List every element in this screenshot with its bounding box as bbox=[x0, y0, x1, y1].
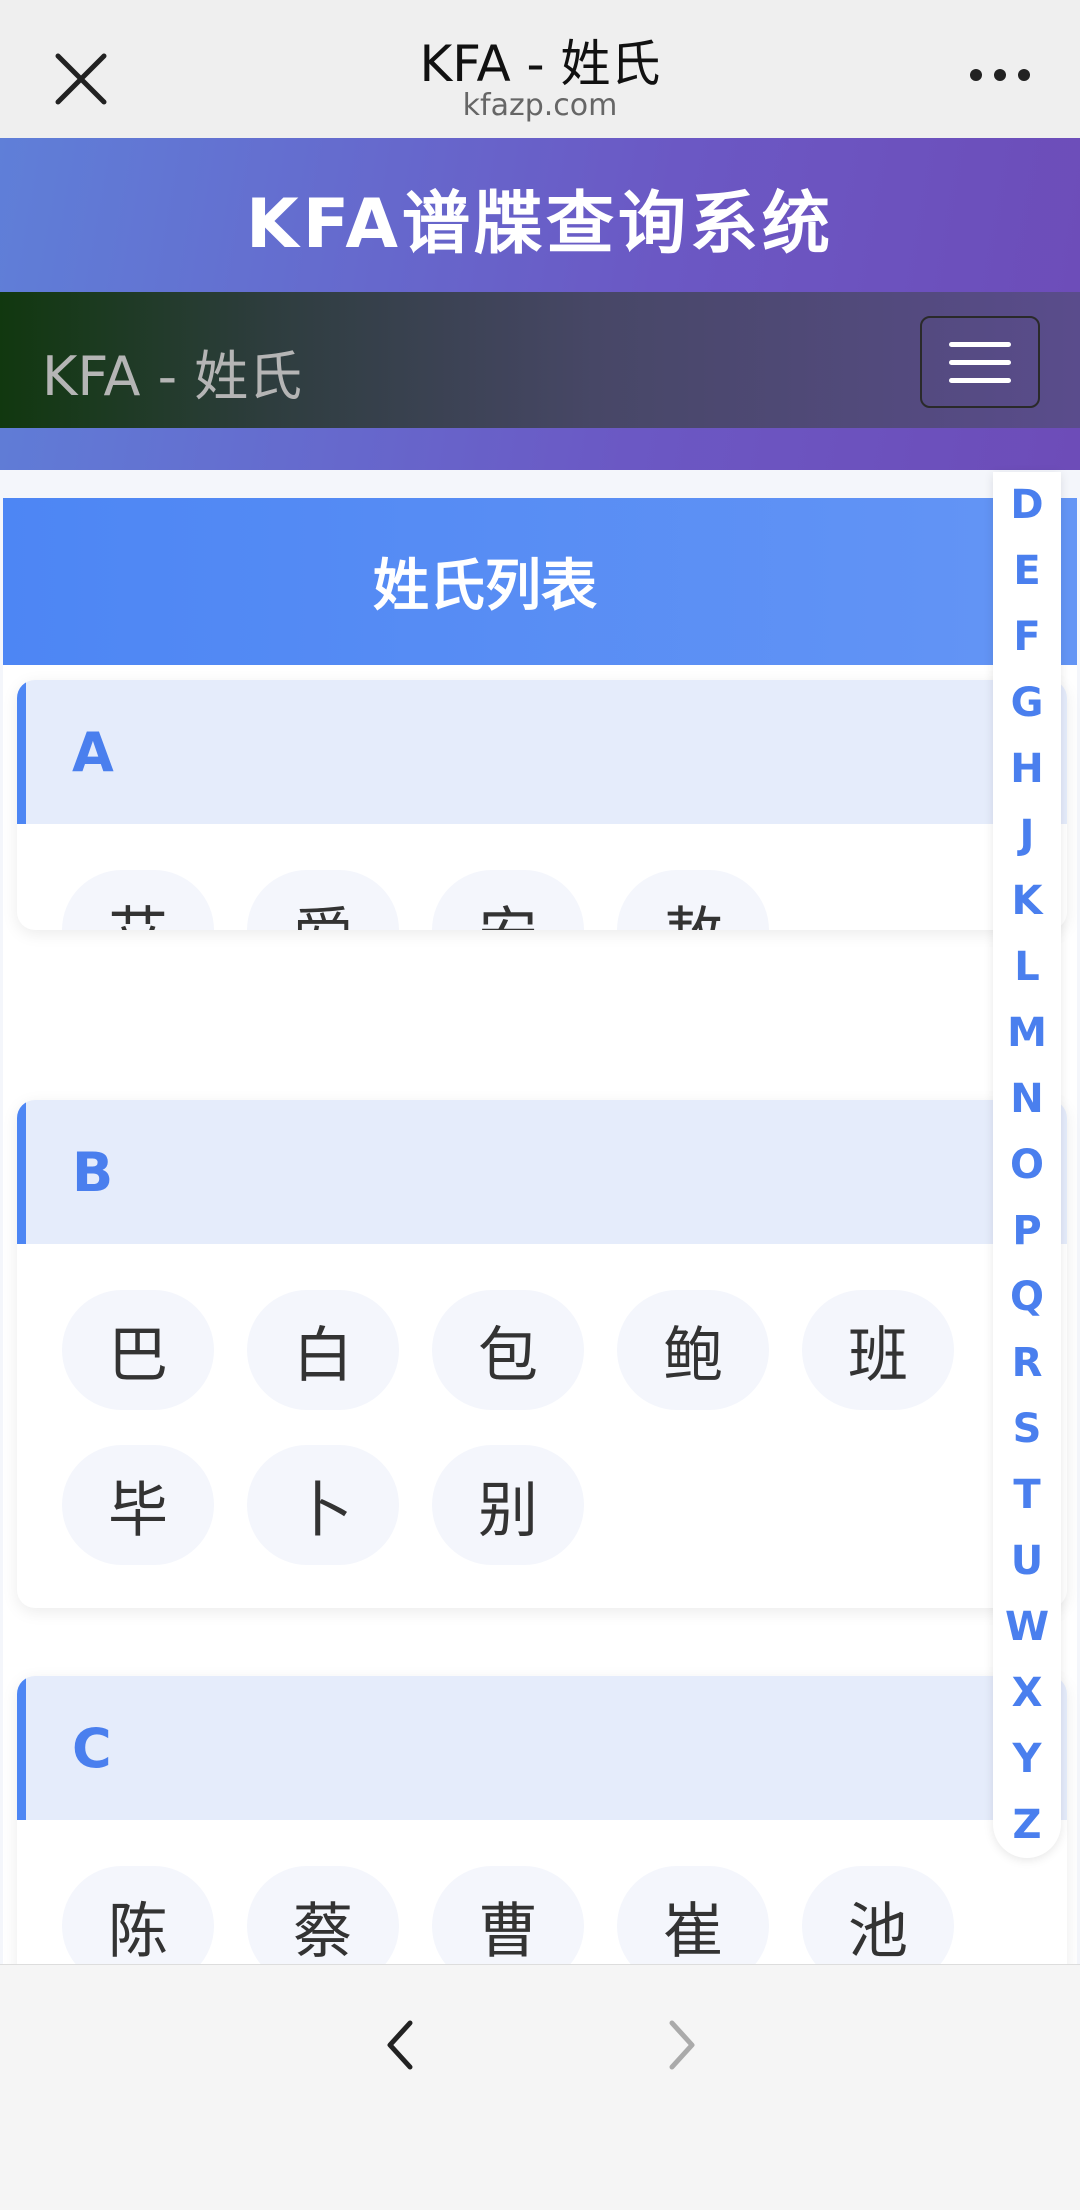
forward-button[interactable] bbox=[650, 2015, 710, 2075]
alpha-index-letter[interactable]: M bbox=[1007, 1000, 1047, 1066]
surname-chip[interactable]: 巴 bbox=[62, 1290, 214, 1410]
surname-chip[interactable]: 安 bbox=[432, 870, 584, 930]
surname-chips: 艾 爱 安 敖 bbox=[17, 824, 1067, 930]
site-title: KFA谱牒查询系统 bbox=[246, 185, 834, 264]
hamburger-icon-line bbox=[949, 377, 1011, 383]
main-content: 姓氏列表 A 艾 爱 安 敖 B 巴 白 包 鲍 班 毕 卜 别 bbox=[0, 470, 1080, 1964]
chevron-left-icon bbox=[387, 2020, 413, 2070]
browser-url: kfazp.com bbox=[462, 88, 618, 123]
surname-chip[interactable]: 池 bbox=[802, 1866, 954, 1964]
alpha-index-letter[interactable]: R bbox=[1012, 1330, 1043, 1396]
alpha-index-letter[interactable]: S bbox=[1013, 1396, 1042, 1462]
alpha-index-letter[interactable]: G bbox=[1011, 670, 1044, 736]
alphabet-index: D E F G H J K L M N O P Q R S T U W X Y … bbox=[993, 472, 1061, 1858]
surname-chips: 巴 白 包 鲍 班 毕 卜 别 bbox=[17, 1244, 1067, 1565]
back-button[interactable] bbox=[372, 2015, 432, 2075]
alpha-index-letter[interactable]: J bbox=[1020, 802, 1035, 868]
hamburger-icon bbox=[949, 341, 1011, 347]
section-letter: A bbox=[17, 680, 1067, 824]
alpha-index-letter[interactable]: U bbox=[1011, 1528, 1043, 1594]
alpha-index-letter[interactable]: K bbox=[1012, 868, 1043, 934]
browser-top-bar: KFA - 姓氏 kfazp.com bbox=[0, 0, 1080, 138]
more-options-button[interactable] bbox=[970, 60, 1030, 90]
surname-chip[interactable]: 艾 bbox=[62, 870, 214, 930]
surname-chip[interactable]: 白 bbox=[247, 1290, 399, 1410]
more-icon bbox=[970, 69, 982, 81]
navbar: KFA - 姓氏 bbox=[0, 292, 1080, 428]
section-a: A 艾 爱 安 敖 bbox=[17, 680, 1067, 930]
surname-list-panel: 姓氏列表 A 艾 爱 安 敖 B 巴 白 包 鲍 班 毕 卜 别 bbox=[3, 498, 1077, 1964]
browser-bottom-bar bbox=[0, 1964, 1080, 2210]
section-letter: B bbox=[17, 1100, 1067, 1244]
alpha-index-letter[interactable]: O bbox=[1010, 1132, 1044, 1198]
surname-chips: 陈 蔡 曹 崔 池 bbox=[17, 1820, 1067, 1964]
surname-chip[interactable]: 曹 bbox=[432, 1866, 584, 1964]
alpha-index-letter[interactable]: N bbox=[1010, 1066, 1043, 1132]
more-icon-dot bbox=[1018, 69, 1030, 81]
alpha-index-letter[interactable]: E bbox=[1013, 538, 1040, 604]
alpha-index-letter[interactable]: X bbox=[1012, 1660, 1043, 1726]
navbar-brand[interactable]: KFA - 姓氏 bbox=[42, 332, 302, 411]
surname-chip[interactable]: 卜 bbox=[247, 1445, 399, 1565]
surname-chip[interactable]: 毕 bbox=[62, 1445, 214, 1565]
alpha-index-letter[interactable]: D bbox=[1010, 472, 1043, 538]
alpha-index-letter[interactable]: Z bbox=[1012, 1792, 1041, 1858]
browser-page-title: KFA - 姓氏 bbox=[419, 35, 661, 93]
hamburger-icon-line bbox=[949, 359, 1011, 365]
alpha-index-letter[interactable]: T bbox=[1013, 1462, 1040, 1528]
section-b: B 巴 白 包 鲍 班 毕 卜 别 bbox=[17, 1100, 1067, 1608]
surname-chip[interactable]: 崔 bbox=[617, 1866, 769, 1964]
surname-chip[interactable]: 敖 bbox=[617, 870, 769, 930]
section-letter: C bbox=[17, 1676, 1067, 1820]
more-icon-dot bbox=[994, 69, 1006, 81]
surname-chip[interactable]: 蔡 bbox=[247, 1866, 399, 1964]
alpha-index-letter[interactable]: Q bbox=[1010, 1264, 1044, 1330]
chevron-right-icon bbox=[669, 2020, 695, 2070]
list-title: 姓氏列表 bbox=[3, 498, 1077, 665]
surname-chip[interactable]: 爱 bbox=[247, 870, 399, 930]
surname-chip[interactable]: 班 bbox=[802, 1290, 954, 1410]
navbar-toggle-button[interactable] bbox=[920, 316, 1040, 408]
alpha-index-letter[interactable]: L bbox=[1014, 934, 1040, 1000]
site-header: KFA谱牒查询系统 KFA - 姓氏 bbox=[0, 138, 1080, 470]
alpha-index-letter[interactable]: P bbox=[1012, 1198, 1041, 1264]
alpha-index-letter[interactable]: H bbox=[1010, 736, 1043, 802]
alpha-index-letter[interactable]: Y bbox=[1013, 1726, 1042, 1792]
surname-chip[interactable]: 鲍 bbox=[617, 1290, 769, 1410]
surname-chip[interactable]: 包 bbox=[432, 1290, 584, 1410]
surname-chip[interactable]: 陈 bbox=[62, 1866, 214, 1964]
surname-chip[interactable]: 别 bbox=[432, 1445, 584, 1565]
section-c: C 陈 蔡 曹 崔 池 bbox=[17, 1676, 1067, 1964]
alpha-index-letter[interactable]: F bbox=[1013, 604, 1040, 670]
alpha-index-letter[interactable]: W bbox=[1005, 1594, 1049, 1660]
